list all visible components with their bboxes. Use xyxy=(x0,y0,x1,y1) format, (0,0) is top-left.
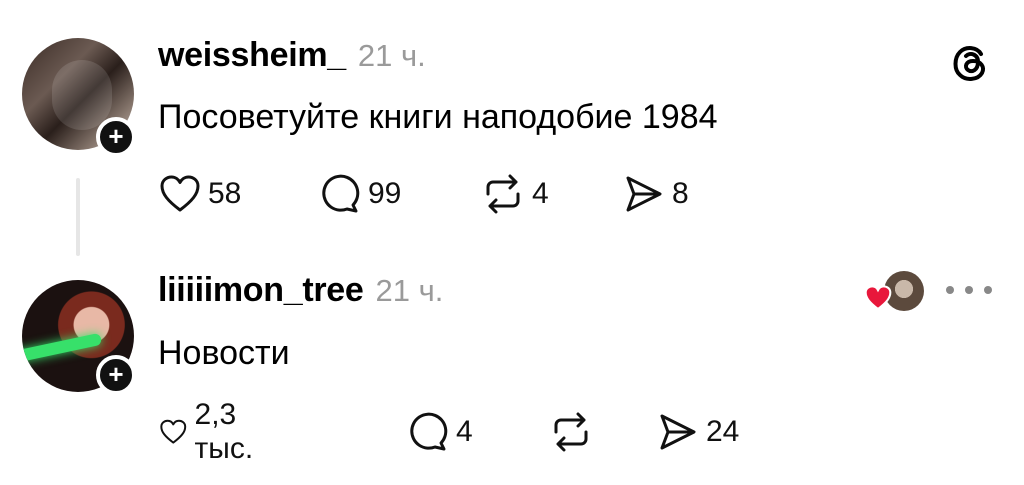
follow-button[interactable]: + xyxy=(96,117,136,157)
threads-logo-icon[interactable] xyxy=(948,40,994,86)
username[interactable]: liiiiimon_tree xyxy=(158,271,364,310)
like-count: 2,3 тыс. xyxy=(194,398,254,465)
share-icon xyxy=(626,176,662,212)
like-count: 58 xyxy=(208,177,242,210)
post-header: liiiiimon_tree 21 ч. xyxy=(158,271,443,310)
share-button[interactable]: 8 xyxy=(624,172,689,216)
reply-button[interactable]: 99 xyxy=(320,172,401,216)
post-text: Посоветуйте книги наподобие 1984 xyxy=(158,98,718,136)
post-text: Новости xyxy=(158,334,290,372)
timestamp: 21 ч. xyxy=(357,38,426,73)
comment-icon xyxy=(322,174,360,213)
thread-line xyxy=(76,178,80,256)
post-header: weissheim_ 21 ч. xyxy=(158,36,426,75)
like-button[interactable]: 2,3 тыс. xyxy=(160,398,267,465)
like-button[interactable]: 58 xyxy=(160,172,241,216)
comment-icon xyxy=(410,412,448,451)
post: + weissheim_ 21 ч. Посоветуйте книги нап… xyxy=(0,0,1024,260)
plus-icon: + xyxy=(108,359,124,389)
reply-count: 4 xyxy=(456,415,473,448)
heart-icon xyxy=(864,285,892,311)
share-count: 8 xyxy=(672,177,689,210)
repost-button[interactable] xyxy=(550,410,600,454)
timestamp: 21 ч. xyxy=(375,273,444,308)
share-button[interactable]: 24 xyxy=(658,410,739,454)
reply-count: 99 xyxy=(368,177,402,210)
repost-icon xyxy=(486,174,520,214)
share-icon xyxy=(660,414,696,450)
username[interactable]: weissheim_ xyxy=(158,36,346,75)
repost-button[interactable]: 4 xyxy=(482,172,549,216)
heart-icon xyxy=(160,419,187,444)
repost-icon xyxy=(554,412,588,452)
repost-count: 4 xyxy=(532,177,549,210)
heart-icon xyxy=(160,175,200,212)
reply-button[interactable]: 4 xyxy=(408,410,473,454)
share-count: 24 xyxy=(706,415,740,448)
liked-by-author[interactable] xyxy=(864,271,926,315)
follow-button[interactable]: + xyxy=(96,355,136,395)
more-icon[interactable] xyxy=(946,286,992,298)
plus-icon: + xyxy=(108,121,124,151)
